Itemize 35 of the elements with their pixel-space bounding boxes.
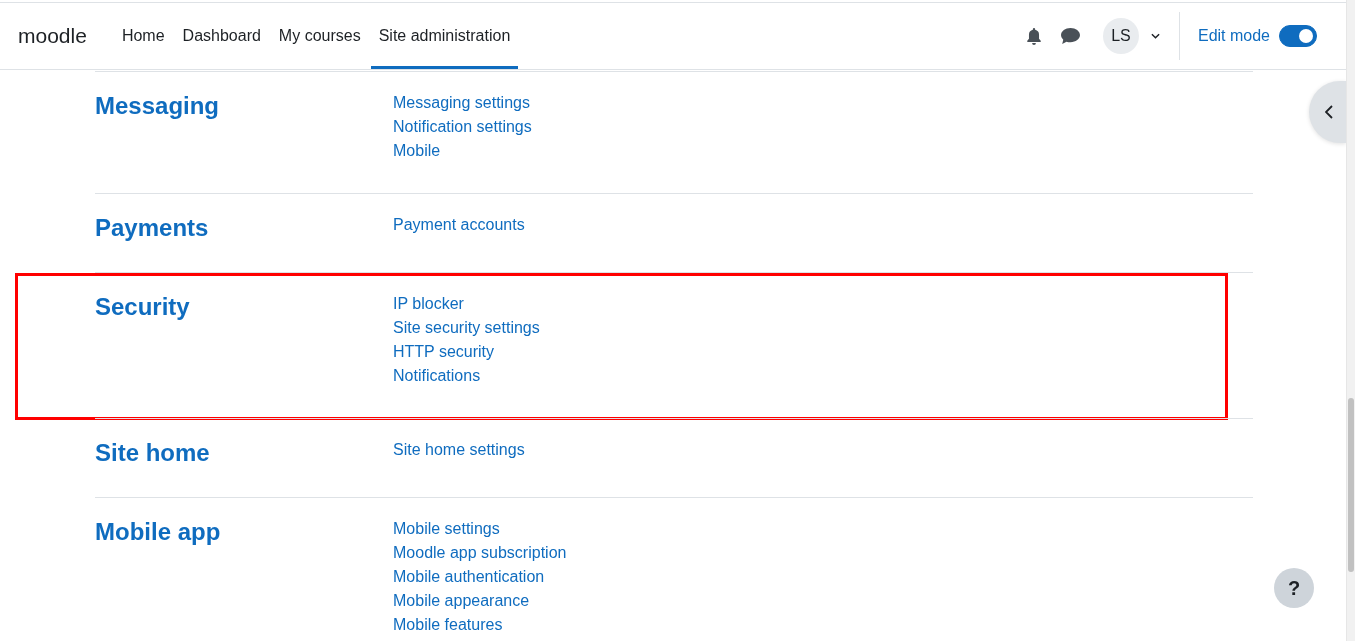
nav-tab[interactable]: Dashboard [174, 3, 269, 69]
settings-link[interactable]: Mobile features [393, 613, 503, 637]
settings-link[interactable]: Mobile [393, 139, 441, 163]
section-heading: Messaging [95, 91, 221, 121]
settings-link[interactable]: Moodle app subscription [393, 541, 567, 565]
edit-mode-label[interactable]: Edit mode [1197, 27, 1270, 45]
settings-link[interactable]: Site home settings [393, 438, 525, 462]
section-heading: Mobile app [95, 517, 222, 547]
nav-tab[interactable]: My courses [270, 3, 369, 69]
settings-link[interactable]: IP blocker [393, 292, 464, 316]
settings-link[interactable]: Messaging settings [393, 91, 530, 115]
scrollbar-thumb[interactable] [1348, 398, 1354, 572]
chevron-left-icon[interactable] [1324, 105, 1333, 119]
settings-link[interactable]: Payment accounts [393, 213, 525, 237]
settings-link[interactable]: Notification settings [393, 115, 532, 139]
settings-link[interactable]: Mobile appearance [393, 589, 530, 613]
scrollbar-track[interactable] [1346, 0, 1355, 641]
user-avatar[interactable]: LS [1102, 18, 1139, 54]
section-heading: Payments [95, 213, 210, 242]
chat-bubble-icon[interactable] [1060, 28, 1080, 44]
settings-link[interactable]: Site security settings [393, 316, 540, 340]
caret-icon[interactable] [1150, 33, 1160, 39]
help-button[interactable]: ? [1274, 568, 1314, 608]
section-heading: Security [95, 292, 191, 322]
settings-link[interactable]: Notifications [393, 364, 481, 388]
settings-link[interactable]: HTTP security [393, 340, 495, 364]
edit-mode-switch[interactable] [1279, 25, 1317, 47]
section-heading: Site home [95, 438, 211, 467]
bell-icon[interactable] [1026, 27, 1041, 45]
settings-link[interactable]: Mobile settings [393, 517, 500, 541]
nav-tab[interactable]: Site administration [370, 3, 519, 69]
settings-link[interactable]: Mobile authentication [393, 565, 545, 589]
nav-tab[interactable]: Home [113, 3, 173, 69]
drawer-toggle-button[interactable] [1309, 81, 1346, 143]
site-logo[interactable]: moodle [18, 24, 87, 48]
